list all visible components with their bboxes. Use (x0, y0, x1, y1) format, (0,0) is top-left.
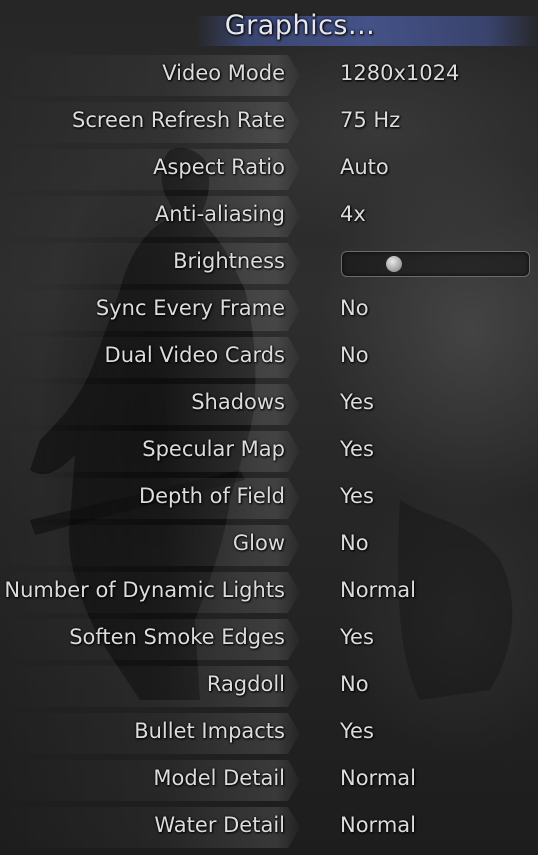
setting-row-screen-refresh-rate[interactable]: Screen Refresh Rate 75 Hz (0, 99, 538, 146)
setting-row-dual-video-cards[interactable]: Dual Video Cards No (0, 334, 538, 381)
setting-row-specular-map[interactable]: Specular Map Yes (0, 428, 538, 475)
setting-label: Screen Refresh Rate (71, 108, 285, 132)
slider-knob[interactable] (386, 256, 403, 272)
setting-label: Sync Every Frame (95, 296, 285, 320)
setting-label: Aspect Ratio (153, 155, 285, 179)
setting-value[interactable]: Auto (340, 155, 389, 179)
setting-value[interactable]: No (340, 296, 369, 320)
setting-label: Shadows (191, 390, 285, 414)
setting-value[interactable]: Yes (340, 390, 374, 414)
setting-value[interactable]: No (340, 531, 369, 555)
setting-label: Specular Map (142, 437, 285, 461)
setting-value[interactable]: Yes (340, 625, 374, 649)
setting-label: Water Detail (154, 813, 285, 837)
setting-label: Glow (232, 531, 285, 555)
setting-value[interactable]: 1280x1024 (340, 61, 459, 85)
setting-value[interactable]: Yes (340, 437, 374, 461)
setting-value[interactable]: Normal (340, 813, 416, 837)
setting-value[interactable]: 4x (340, 202, 366, 226)
setting-label: Bullet Impacts (134, 719, 285, 743)
setting-row-bullet-impacts[interactable]: Bullet Impacts Yes (0, 710, 538, 757)
setting-row-video-mode[interactable]: Video Mode 1280x1024 (0, 52, 538, 99)
menu-title: Graphics... (224, 10, 376, 41)
setting-row-sync-every-frame[interactable]: Sync Every Frame No (0, 287, 538, 334)
setting-value[interactable]: No (340, 343, 369, 367)
setting-value[interactable]: Yes (340, 719, 374, 743)
setting-label: Depth of Field (138, 484, 285, 508)
setting-value[interactable]: Yes (340, 484, 374, 508)
brightness-slider[interactable] (341, 251, 530, 277)
settings-list: Video Mode 1280x1024 Screen Refresh Rate 75… (0, 52, 538, 851)
setting-row-number-of-dynamic-lights[interactable]: Number of Dynamic Lights Normal (0, 569, 538, 616)
setting-label: Anti-aliasing (154, 202, 285, 226)
setting-label: Model Detail (153, 766, 285, 790)
setting-row-glow[interactable]: Glow No (0, 522, 538, 569)
setting-label: Video Mode (162, 61, 285, 85)
setting-row-water-detail[interactable]: Water Detail Normal (0, 804, 538, 851)
setting-row-brightness[interactable]: Brightness (0, 240, 538, 287)
setting-label: Dual Video Cards (104, 343, 285, 367)
setting-value[interactable]: 75 Hz (340, 108, 400, 132)
setting-label: Number of Dynamic Lights (4, 578, 285, 602)
setting-row-anti-aliasing[interactable]: Anti-aliasing 4x (0, 193, 538, 240)
setting-row-aspect-ratio[interactable]: Aspect Ratio Auto (0, 146, 538, 193)
setting-label: Soften Smoke Edges (69, 625, 285, 649)
setting-row-model-detail[interactable]: Model Detail Normal (0, 757, 538, 804)
setting-label: Ragdoll (206, 672, 285, 696)
setting-row-soften-smoke-edges[interactable]: Soften Smoke Edges Yes (0, 616, 538, 663)
setting-row-ragdoll[interactable]: Ragdoll No (0, 663, 538, 710)
setting-row-depth-of-field[interactable]: Depth of Field Yes (0, 475, 538, 522)
setting-value[interactable]: Normal (340, 766, 416, 790)
setting-value[interactable]: Normal (340, 578, 416, 602)
setting-label: Brightness (173, 249, 285, 273)
setting-value[interactable]: No (340, 672, 369, 696)
setting-row-shadows[interactable]: Shadows Yes (0, 381, 538, 428)
